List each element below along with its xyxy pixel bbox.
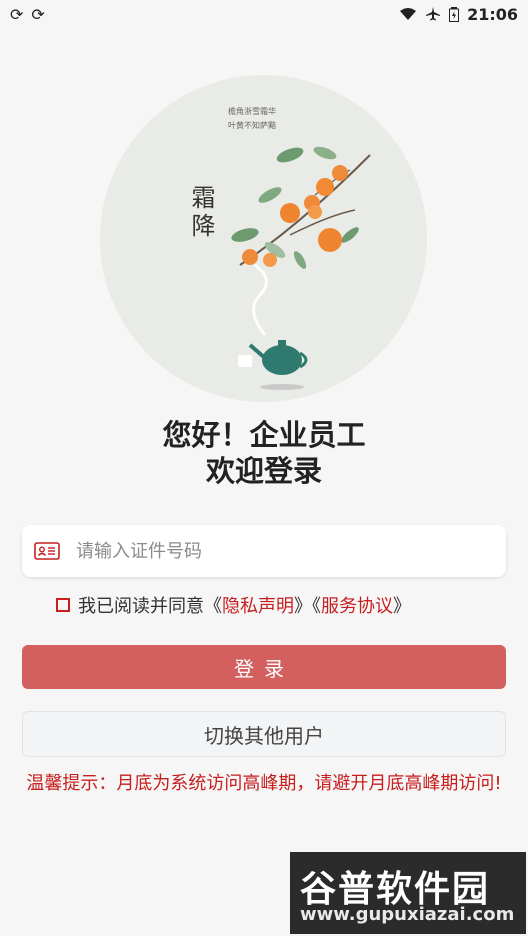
agreement-row: 我已阅读并同意《 隐私声明 》《 服务协议 》	[56, 592, 411, 618]
watermark-url: www.gupuxiazai.com	[300, 904, 515, 925]
id-number-input[interactable]	[74, 539, 478, 563]
status-left: ⟳ ⟳	[10, 5, 45, 24]
status-time: 21:06	[467, 4, 518, 24]
status-bar: ⟳ ⟳ 21:06	[0, 0, 528, 28]
sync-icon: ⟳	[31, 4, 45, 24]
hero-poem: 檐角浙雪霜华 叶黄不知萨黯	[228, 105, 276, 133]
switch-user-button[interactable]: 切换其他用户	[22, 711, 506, 757]
login-button[interactable]: 登录	[22, 645, 506, 689]
greeting-subtitle: 欢迎登录	[205, 454, 322, 488]
agreement-mid: 》《	[294, 596, 321, 617]
tips-text: 温馨提示：月底为系统访问高峰期，请避开月底高峰期访问!	[26, 773, 502, 794]
poem-line: 叶黄不知萨黯	[228, 121, 276, 130]
privacy-link[interactable]: 隐私声明	[222, 592, 294, 618]
watermark: 谷普软件园 www.gupuxiazai.com	[290, 852, 526, 934]
hero-illustration: 檐角浙雪霜华 叶黄不知萨黯 霜降	[100, 75, 427, 402]
id-card-icon	[34, 542, 60, 560]
hero-season-text: 霜降	[187, 185, 215, 241]
agreement-prefix: 我已阅读并同意《	[78, 596, 222, 617]
service-link[interactable]: 服务协议	[321, 592, 393, 618]
wifi-icon	[400, 8, 417, 20]
sync-icon: ⟳	[10, 4, 24, 24]
airplane-icon	[426, 7, 441, 21]
id-number-field[interactable]	[22, 525, 506, 577]
poem-line: 檐角浙雪霜华	[228, 107, 276, 116]
status-right: 21:06	[399, 5, 518, 24]
agreement-checkbox[interactable]	[56, 598, 70, 612]
agreement-suffix: 》	[393, 596, 411, 617]
battery-icon	[449, 7, 460, 22]
